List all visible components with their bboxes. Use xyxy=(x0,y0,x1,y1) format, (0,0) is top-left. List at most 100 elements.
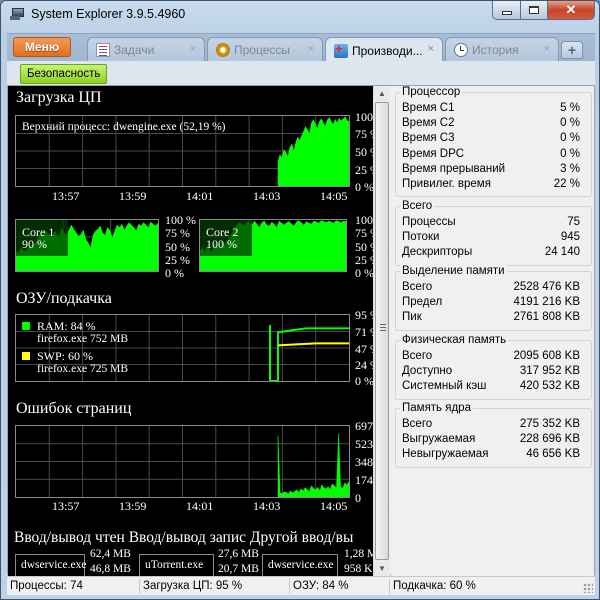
scroll-down-icon[interactable]: ▼ xyxy=(378,564,386,573)
io-write-max: 27,6 MB xyxy=(218,548,259,560)
cpu-x-tick: 14:03 xyxy=(253,189,281,203)
stats-value: 275 352 KB xyxy=(519,418,580,430)
stats-row: Невыгружаемая 46 656 KB xyxy=(402,448,580,463)
stats-row: Системный кэш 420 532 KB xyxy=(402,380,580,395)
cpu-title: Загрузка ЦП xyxy=(16,89,102,106)
ram-legend-swatch xyxy=(21,321,31,331)
io-read-max: 62,4 MB xyxy=(90,548,131,560)
page-faults-x-tick: 13:59 xyxy=(119,499,147,513)
performance-icon xyxy=(334,41,348,58)
stats-row: Потоки 945 xyxy=(402,231,580,246)
stats-label: Всего xyxy=(402,281,433,293)
stats-label: Предел xyxy=(402,296,443,309)
tasks-icon xyxy=(96,43,110,57)
tab-close-icon[interactable]: × xyxy=(428,43,434,55)
cpu-y-tick: 75 % xyxy=(355,127,373,141)
memory-graph: RAM: 84 % firefox.exe 752 MB SWP: 60 % f… xyxy=(15,314,350,382)
stats-value: 2528 476 KB xyxy=(513,281,580,293)
tab-tasks[interactable]: Задачи × xyxy=(87,37,205,62)
stats-value: 24 140 xyxy=(544,246,580,259)
stats-label: Невыгружаемая xyxy=(402,448,489,461)
stats-value: 75 xyxy=(567,216,580,228)
swp-process: firefox.exe 725 MB xyxy=(37,363,129,375)
cpu-y-tick: 0 % xyxy=(355,180,373,194)
stats-label: Пик xyxy=(402,311,422,324)
page-faults-chart-svg xyxy=(16,426,349,497)
maximize-button[interactable] xyxy=(521,1,548,20)
memory-y-tick: 0 % xyxy=(355,374,373,388)
stats-value: 46 656 KB xyxy=(526,448,580,461)
stats-row: Пик 2761 808 KB xyxy=(402,311,580,326)
scrollbar-thumb[interactable] xyxy=(375,102,389,560)
tab-label: Задачи xyxy=(114,43,155,57)
stats-row: Всего 2528 476 KB xyxy=(402,281,580,296)
tab-close-icon[interactable]: × xyxy=(190,43,196,55)
stats-label: Время C3 xyxy=(402,132,455,145)
stats-value: 0 % xyxy=(560,147,580,160)
cpu-y-tick: 50 % xyxy=(355,145,373,159)
stats-value: 945 xyxy=(560,231,580,244)
stats-group: Выделение памяти Всего 2528 476 KB Предел 41… xyxy=(395,265,592,331)
stats-label: Время C1 xyxy=(402,102,455,114)
stats-value: 3 % xyxy=(560,162,580,175)
memory-title: ОЗУ/подкачка xyxy=(16,290,112,307)
stats-row: Дескрипторы 24 140 xyxy=(402,246,580,261)
io-other-mid: 958 K xyxy=(344,563,373,575)
tab-close-icon[interactable]: × xyxy=(544,43,550,55)
toolbar: Безопасность xyxy=(7,61,595,85)
stats-row: Время C3 0 % xyxy=(402,132,580,147)
tab-performance[interactable]: Производи... × xyxy=(325,37,443,63)
scroll-up-icon[interactable]: ▲ xyxy=(378,89,386,98)
io-read-mid: 46,8 MB xyxy=(90,563,131,575)
stats-group: Память ядра Всего 275 352 KB Выгружаемая 228… xyxy=(395,402,592,468)
clock-icon xyxy=(454,43,468,57)
io-write-mid: 20,7 MB xyxy=(218,563,259,575)
tab-label: Процессы xyxy=(234,43,291,57)
cpu-x-tick: 13:59 xyxy=(119,189,147,203)
add-tab-button[interactable]: + xyxy=(561,41,583,59)
menu-button[interactable]: Меню xyxy=(13,37,71,57)
stats-group: Всего Процессы 75 Потоки 945 Дескрипторы 24 14… xyxy=(395,200,592,266)
page-faults-y-tick: 523 xyxy=(355,437,373,451)
swp-legend-swatch xyxy=(21,351,31,361)
stats-value: 2095 608 KB xyxy=(513,350,580,362)
ram-label: RAM: 84 % xyxy=(37,319,96,333)
io-write-title: Ввод/вывод запис xyxy=(128,529,247,546)
title-bar[interactable]: System Explorer 3.9.5.4960 ✕ xyxy=(1,1,599,29)
tab-processes[interactable]: Процессы × xyxy=(207,37,323,62)
tab-label: История xyxy=(472,43,519,57)
graphs-scrollbar[interactable]: ▲ ▼ xyxy=(373,86,390,576)
close-button[interactable]: ✕ xyxy=(548,1,595,20)
io-headers: Ввод/вывод чтен Ввод/вывод запис Другой … xyxy=(14,529,353,547)
stats-value: 317 952 KB xyxy=(519,365,580,378)
stats-label: Всего xyxy=(402,350,433,362)
core1-graph: Core 1 90 % xyxy=(15,219,159,272)
stats-row: Всего 275 352 KB xyxy=(402,418,580,433)
page-faults-x-tick: 14:05 xyxy=(320,499,348,513)
io-read-process: dwservice.exe xyxy=(21,559,87,571)
stats-label: Всего xyxy=(402,418,433,430)
stats-value: 228 696 KB xyxy=(519,433,580,446)
stats-row: Время DPC 0 % xyxy=(402,148,580,163)
io-other-graph: dwservice.exe xyxy=(262,554,338,576)
maximize-icon xyxy=(529,6,539,14)
app-window: System Explorer 3.9.5.4960 ✕ Меню Задачи… xyxy=(0,0,600,600)
cpu-x-tick: 13:57 xyxy=(52,189,80,203)
core2-y-tick: 75 % xyxy=(355,226,373,240)
stats-group-title: Всего xyxy=(400,200,435,212)
io-other-process: dwservice.exe xyxy=(268,559,334,571)
stats-value: 0 % xyxy=(560,132,580,145)
io-other-title: Другой ввод/вы xyxy=(249,529,354,546)
security-button[interactable]: Безопасность xyxy=(20,64,108,84)
stats-label: Привилег. время xyxy=(402,178,491,190)
status-processes: Процессы: 74 xyxy=(7,579,140,594)
page-faults-title: Ошибок страниц xyxy=(16,400,132,417)
tab-close-icon[interactable]: × xyxy=(308,43,314,55)
minimize-button[interactable] xyxy=(492,1,521,20)
memory-y-tick: 24 % xyxy=(355,358,373,372)
resize-grip-icon[interactable] xyxy=(583,583,593,593)
close-icon: ✕ xyxy=(565,2,577,17)
stats-group-title: Выделение памяти xyxy=(400,265,507,277)
memory-y-tick: 95 % xyxy=(355,308,373,322)
tab-history[interactable]: История × xyxy=(445,37,559,62)
